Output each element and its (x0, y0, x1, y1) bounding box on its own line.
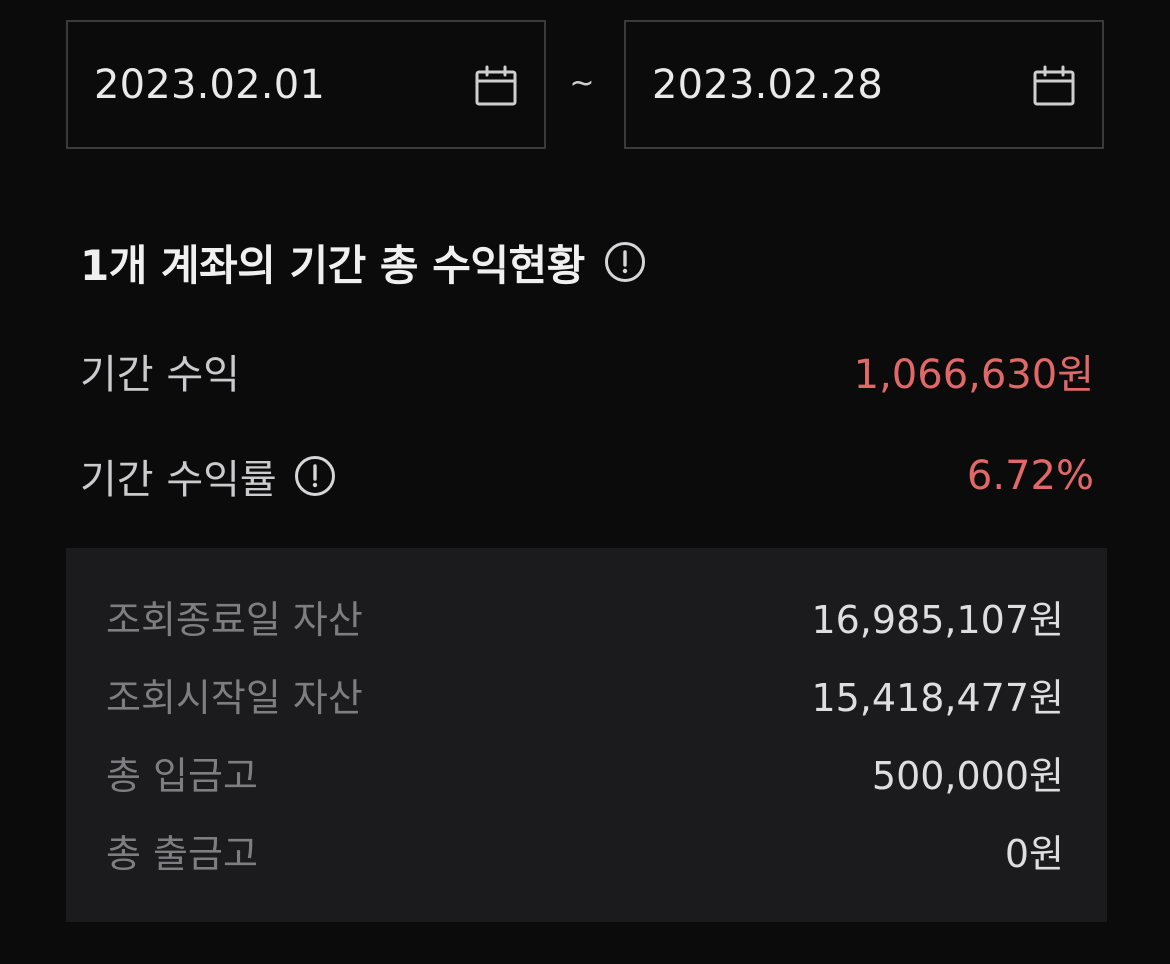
end-date-field[interactable]: 2023.02.28 (624, 20, 1104, 149)
total-withdrawal-value: 0원 (1004, 831, 1064, 876)
end-assets-label: 조회종료일 자산 (106, 597, 363, 642)
total-deposit-label: 총 입금고 (106, 753, 258, 798)
start-assets-value: 15,418,477원 (811, 675, 1064, 720)
detail-row-total-deposit: 총 입금고 500,000원 (106, 744, 1064, 800)
period-profit-label: 기간 수익 (80, 352, 240, 398)
calendar-icon[interactable] (474, 64, 518, 108)
date-range-selector: 2023.02.01 ~ 2023.02.28 (66, 20, 1104, 149)
start-date-value: 2023.02.01 (94, 62, 326, 108)
period-profit-row: 기간 수익 1,066,630원 (80, 341, 1094, 401)
asset-detail-panel: 조회종료일 자산 16,985,107원 조회시작일 자산 15,418,477… (66, 548, 1107, 922)
total-withdrawal-label: 총 출금고 (106, 831, 258, 876)
period-return-label: 기간 수익률 (80, 457, 277, 503)
period-return-value: 6.72% (966, 453, 1094, 499)
info-icon[interactable] (293, 454, 337, 498)
detail-row-total-withdrawal: 총 출금고 0원 (106, 822, 1064, 878)
start-assets-label: 조회시작일 자산 (106, 675, 363, 720)
date-separator: ~ (569, 66, 595, 101)
total-deposit-value: 500,000원 (871, 753, 1064, 798)
end-date-value: 2023.02.28 (652, 62, 884, 108)
info-icon[interactable] (603, 240, 647, 284)
summary-header: 1개 계좌의 기간 총 수익현황 (80, 232, 647, 292)
calendar-icon[interactable] (1032, 64, 1076, 108)
end-assets-value: 16,985,107원 (811, 597, 1064, 642)
period-profit-value: 1,066,630원 (853, 352, 1094, 398)
detail-row-start-assets: 조회시작일 자산 15,418,477원 (106, 666, 1064, 722)
detail-row-end-assets: 조회종료일 자산 16,985,107원 (106, 588, 1064, 644)
period-return-row: 기간 수익률 6.72% (80, 446, 1094, 506)
start-date-field[interactable]: 2023.02.01 (66, 20, 546, 149)
summary-title: 1개 계좌의 기간 총 수익현황 (80, 240, 585, 290)
